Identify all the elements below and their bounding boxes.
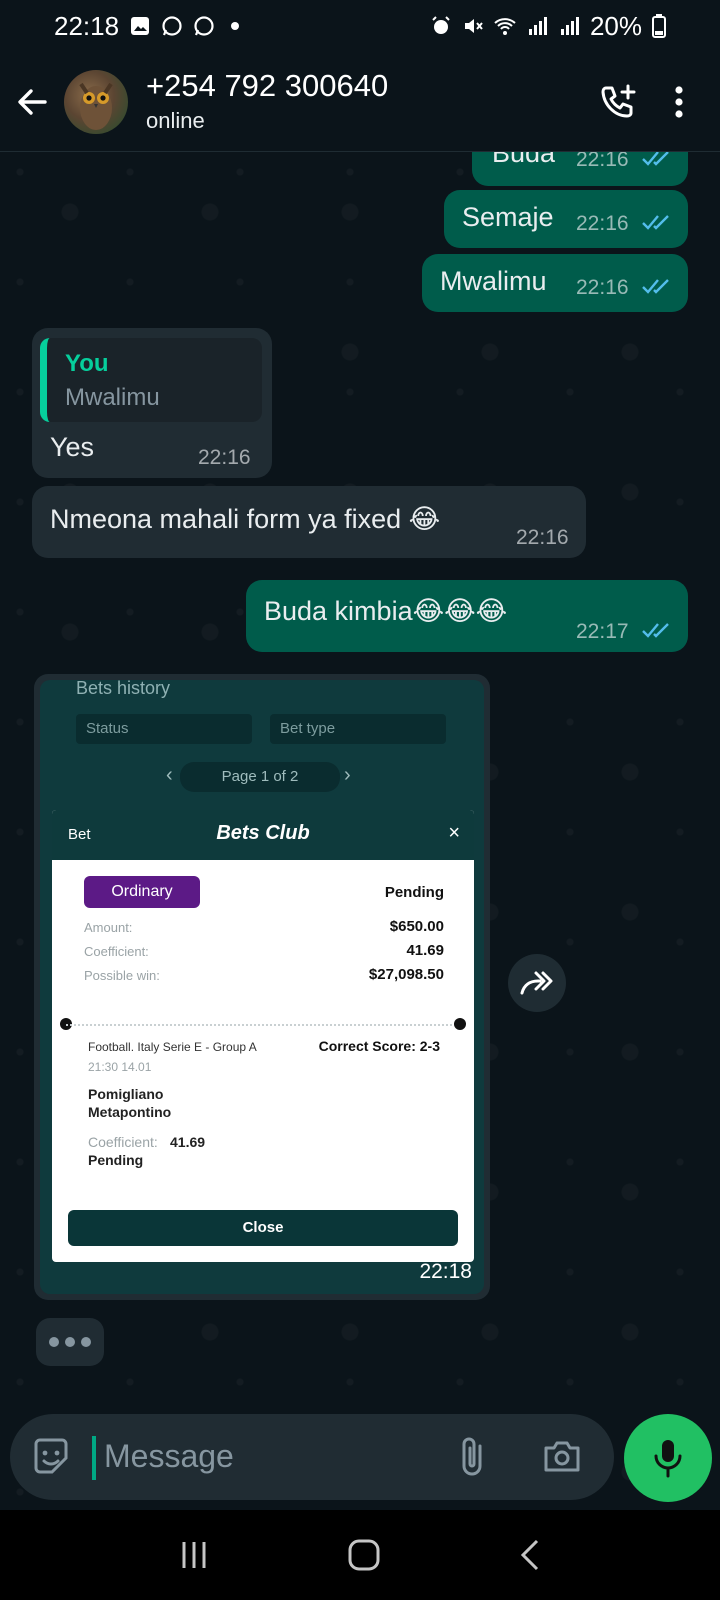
amount-label: Amount: [84,920,133,935]
forward-button[interactable] [508,954,566,1012]
quote-text: Mwalimu [65,384,160,411]
microphone-icon [654,1440,682,1478]
quote-author: You [65,350,109,377]
owl-avatar-icon [79,82,113,130]
win-value: $27,098.50 [368,966,444,983]
coef-value: 41.69 [406,942,444,959]
bet-kind-pill: Ordinary [84,876,200,908]
bet-type-filter: Bet type [270,714,446,744]
arrow-left-icon [18,88,47,115]
market: Correct Score: 2-3 [318,1038,440,1054]
system-nav-bar [0,1510,720,1600]
pager: Page 1 of 2 [180,762,340,792]
more-notifications-dot [231,22,240,30]
amount-value: $650.00 [389,918,444,935]
mute-icon [464,19,483,33]
message-bubble[interactable]: Nmeona mahali form ya fixed 😂 22:16 [32,486,586,558]
contact-name: +254 792 300640 [146,67,389,103]
presence-status: online [146,107,205,133]
ticket-divider [66,1024,460,1026]
typing-dot [81,1337,91,1347]
read-ticks-icon [642,152,669,166]
attach-icon[interactable] [458,1436,488,1478]
message-time: 22:16 [576,276,629,299]
message-time: 22:16 [576,152,629,171]
add-call-icon[interactable] [598,82,638,122]
message-time: 22:17 [576,620,629,643]
league: Football. Italy Serie E - Group A [88,1040,257,1054]
coef-label: Coefficient: [84,944,149,959]
whatsapp-notification-icon [162,16,182,36]
team-home: Pomigliano [88,1086,164,1102]
selection-coef-label: Coefficient: [88,1134,158,1150]
text-caret [92,1436,96,1480]
typing-indicator [36,1318,104,1366]
back-button[interactable] [0,52,64,152]
typing-dot [49,1337,59,1347]
modal-title: Bets Club [216,822,310,844]
team-away: Metapontino [88,1104,172,1120]
read-ticks-icon [642,623,669,638]
recent-apps-icon[interactable] [179,1540,209,1570]
chat-area[interactable]: Buda 22:16 Semaje 22:16 Mwalimu 22:16 Yo… [0,152,720,1510]
bet-slip-screenshot[interactable]: Bets history Status Bet type ‹ Page 1 of… [40,680,484,1294]
alarm-icon [432,16,450,34]
close-icon: × [448,822,460,844]
message-bubble[interactable]: Buda 22:16 [472,152,688,186]
message-time: 22:16 [576,212,629,235]
forward-icon [520,971,553,995]
read-ticks-icon [642,215,669,230]
selection-coef: 41.69 [170,1134,206,1150]
voice-record-button[interactable] [624,1414,712,1502]
contact-avatar[interactable] [64,69,128,134]
gallery-notification-icon [131,17,150,35]
image-message[interactable]: Bets history Status Bet type ‹ Page 1 of… [34,674,490,1300]
signal-icon [560,17,579,35]
chat-header: +254 792 300640 online [0,52,720,152]
battery-icon [652,14,666,38]
reply-message-bubble[interactable]: You Mwalimu Yes 22:16 [32,328,272,478]
match-date: 21:30 14.01 [88,1060,152,1074]
bets-history-title: Bets history [76,680,171,698]
bet-modal: Bet Bets Club × Ordinary Pending Amount:… [52,810,474,1262]
status-bar: 22:18 20% [0,0,720,52]
quoted-message[interactable]: You Mwalimu [40,338,262,422]
modal-header: Bet Bets Club × [52,810,474,860]
message-bubble[interactable]: Mwalimu 22:16 [422,254,688,312]
status-filter: Status [76,714,252,744]
message-time: 22:16 [198,446,251,469]
more-options-icon[interactable] [674,85,684,119]
message-text: Buda [492,152,556,168]
contact-info[interactable]: +254 792 300640 online [146,68,388,136]
status-time: 22:18 [54,10,120,41]
message-time: 22:18 [419,1260,472,1283]
modal-close-button: Close [68,1210,458,1246]
typing-dot [65,1337,75,1347]
read-ticks-icon [642,279,669,294]
message-text: Semaje [462,202,554,232]
message-text: Yes [50,432,95,462]
chevron-left-icon: ‹ [166,764,173,786]
sticker-icon[interactable] [30,1436,72,1478]
message-composer[interactable]: Message [10,1414,614,1500]
signal-icon [528,17,547,35]
message-text: Buda kimbia😂😂😂 [264,596,508,626]
bet-state: Pending [384,884,444,901]
home-icon[interactable] [347,1538,381,1572]
battery-percent: 20% [589,10,642,41]
message-text: Nmeona mahali form ya fixed 😂 [50,504,441,534]
win-label: Possible win: [84,968,160,983]
camera-icon[interactable] [542,1438,582,1474]
selection-state: Pending [88,1152,144,1168]
chevron-right-icon: › [344,764,351,786]
back-nav-icon[interactable] [519,1538,541,1572]
message-text: Mwalimu [440,266,547,296]
message-bubble[interactable]: Semaje 22:16 [444,190,688,248]
whatsapp-notification-icon [194,16,214,36]
wifi-icon [494,18,516,35]
message-input[interactable]: Message [104,1438,234,1475]
message-bubble[interactable]: Buda kimbia😂😂😂 22:17 [246,580,688,652]
message-time: 22:16 [516,526,569,549]
ticket-notch [454,1018,466,1030]
